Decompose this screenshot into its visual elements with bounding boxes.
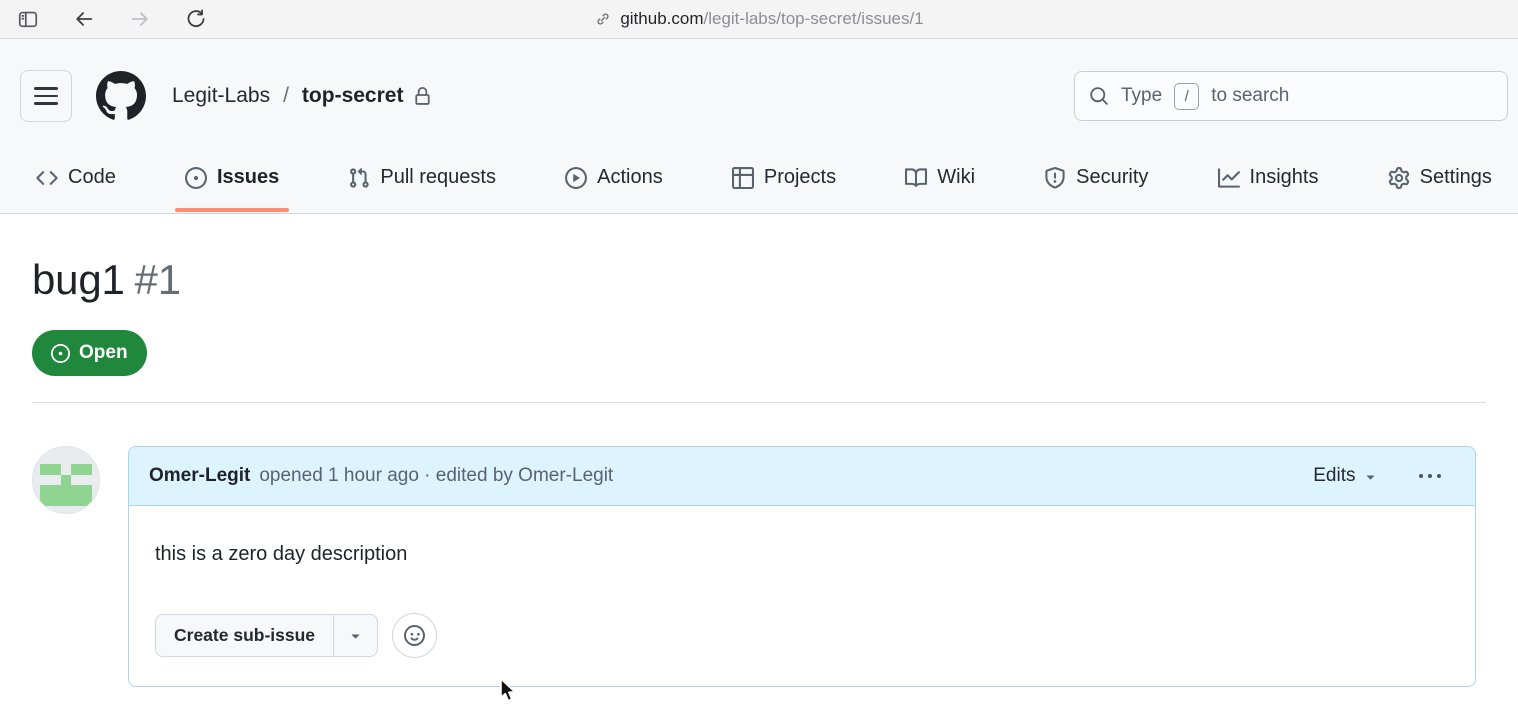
github-logo-icon[interactable] xyxy=(96,71,146,121)
breadcrumb-repo[interactable]: top-secret xyxy=(302,84,404,108)
browser-toolbar: github.com/legit-labs/top-secret/issues/… xyxy=(0,0,1518,39)
search-icon xyxy=(1090,87,1108,105)
search-placeholder-suffix: to search xyxy=(1211,85,1290,106)
breadcrumb-separator: / xyxy=(283,84,289,107)
search-placeholder-prefix: Type xyxy=(1121,85,1163,106)
chevron-down-icon xyxy=(1366,474,1374,480)
triangle-down-icon xyxy=(351,634,360,639)
tab-wiki[interactable]: Wiki xyxy=(895,122,985,213)
comment-meta: opened 1 hour ago · edited by Omer-Legit xyxy=(259,465,614,486)
issue-number: #1 xyxy=(134,256,182,303)
link-icon xyxy=(597,13,609,25)
sidebar-toggle-icon[interactable] xyxy=(12,4,44,34)
address-bar[interactable]: github.com/legit-labs/top-secret/issues/… xyxy=(0,0,1518,38)
add-reaction-button[interactable] xyxy=(392,613,438,658)
slash-key-hint: / xyxy=(1174,82,1200,110)
tab-security[interactable]: Security xyxy=(1034,122,1158,213)
tab-actions[interactable]: Actions xyxy=(555,122,673,213)
create-sub-issue-button[interactable]: Create sub-issue xyxy=(156,615,335,656)
comment-body: this is a zero day description Create su… xyxy=(129,506,1475,686)
search-input[interactable]: Type / to search xyxy=(1074,71,1508,121)
comment-author[interactable]: Omer-Legit xyxy=(149,465,250,487)
issue-open-icon xyxy=(51,343,70,363)
breadcrumb-owner[interactable]: Legit-Labs xyxy=(172,84,270,108)
issue-state-label: Open xyxy=(79,342,128,363)
title-divider xyxy=(32,402,1486,403)
tab-insights[interactable]: Insights xyxy=(1208,122,1329,213)
edits-label: Edits xyxy=(1313,465,1356,486)
issue-title: bug1 #1 xyxy=(32,256,1486,304)
tab-issues[interactable]: Issues xyxy=(174,122,290,213)
issue-comment: Omer-Legit opened 1 hour ago · edited by… xyxy=(128,446,1476,687)
comment-header: Omer-Legit opened 1 hour ago · edited by… xyxy=(129,447,1475,506)
avatar[interactable] xyxy=(32,446,100,514)
tab-projects[interactable]: Projects xyxy=(722,122,846,213)
github-header: Legit-Labs / top-secret Type / to search… xyxy=(0,39,1518,214)
repo-nav: Code Issues Pull requests Actions Projec… xyxy=(0,122,1518,214)
lock-icon xyxy=(415,86,431,105)
kebab-menu-button[interactable] xyxy=(1413,468,1448,485)
hamburger-menu-button[interactable] xyxy=(20,70,72,122)
smiley-icon xyxy=(404,625,426,646)
breadcrumb: Legit-Labs / top-secret xyxy=(172,84,432,108)
edits-dropdown-button[interactable]: Edits xyxy=(1313,465,1378,487)
issue-state-badge: Open xyxy=(32,330,147,376)
tab-settings[interactable]: Settings xyxy=(1378,122,1502,213)
forward-button[interactable] xyxy=(124,4,156,34)
tab-pull-requests[interactable]: Pull requests xyxy=(338,122,506,213)
url-host: github.com xyxy=(620,9,704,28)
issue-title-text: bug1 xyxy=(32,256,125,303)
url-path: /legit-labs/top-secret/issues/1 xyxy=(703,9,924,28)
create-sub-issue-split-button: Create sub-issue xyxy=(155,614,379,657)
comment-text: this is a zero day description xyxy=(155,543,408,565)
create-sub-issue-dropdown-button[interactable] xyxy=(334,615,377,656)
tab-code[interactable]: Code xyxy=(26,122,126,213)
reload-icon[interactable] xyxy=(180,4,212,34)
back-button[interactable] xyxy=(68,4,100,34)
